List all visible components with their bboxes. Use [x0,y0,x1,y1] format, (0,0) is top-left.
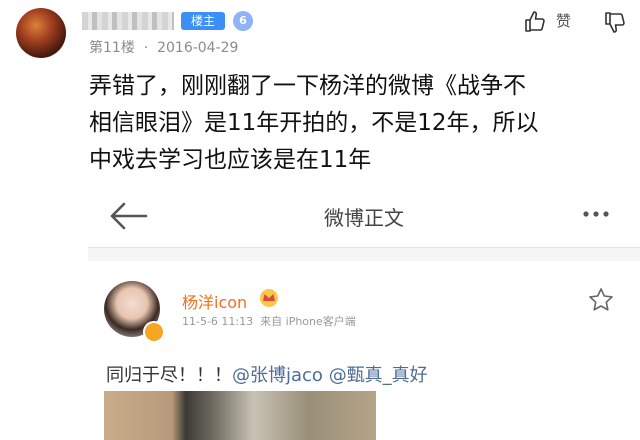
weibo-meta: 11-5-6 11:13 来自 iPhone客户端 [182,313,356,329]
crown-icon [260,289,278,307]
verified-icon [143,321,165,343]
post-line: 中戏去学习也应该是在11年 [89,147,372,173]
more-dots-icon [583,211,609,217]
level-badge: 6 [233,11,253,31]
post-line: 弄错了，刚刚翻了一下杨洋的微博《战争不 [89,73,526,99]
mention-link: @张博jaco [232,365,323,386]
weibo-text: 同归于尽！！！@张博jaco @甄真_真好 [106,361,428,387]
thumbs-down-icon[interactable] [603,10,627,34]
post-body: 弄错了，刚刚翻了一下杨洋的微博《战争不 相信眼泪》是11年开拍的，不是12年，所… [89,68,631,179]
post-date: 2016-04-29 [157,40,239,56]
floor-number: 第11楼 [89,40,135,56]
embedded-screenshot: 微博正文 杨洋icon 11-5-6 11:13 来自 iPhone客户端 同归… [88,185,640,440]
avatar[interactable] [16,8,66,58]
star-icon [589,288,613,311]
owner-badge: 楼主 [181,12,225,30]
floor-meta: 第11楼 · 2016-04-29 [89,37,238,57]
weibo-user-name: 杨洋icon [182,293,248,312]
thumbs-up-icon[interactable] [523,10,547,34]
embed-title: 微博正文 [324,206,404,230]
post-line: 相信眼泪》是11年开拍的，不是12年，所以 [89,110,539,136]
weibo-image [104,391,376,440]
embed-header: 微博正文 [88,185,640,248]
mention-link: @甄真_真好 [328,365,428,386]
like-label[interactable]: 赞 [556,10,571,31]
weibo-text-main: 同归于尽！！！ [106,365,232,386]
username-blurred[interactable] [82,12,174,30]
weibo-time: 11-5-6 11:13 [182,315,254,328]
weibo-card: 杨洋icon 11-5-6 11:13 来自 iPhone客户端 同归于尽！！！… [88,261,640,440]
weibo-source: 来自 iPhone客户端 [260,315,356,328]
meta-separator: · [143,40,149,56]
